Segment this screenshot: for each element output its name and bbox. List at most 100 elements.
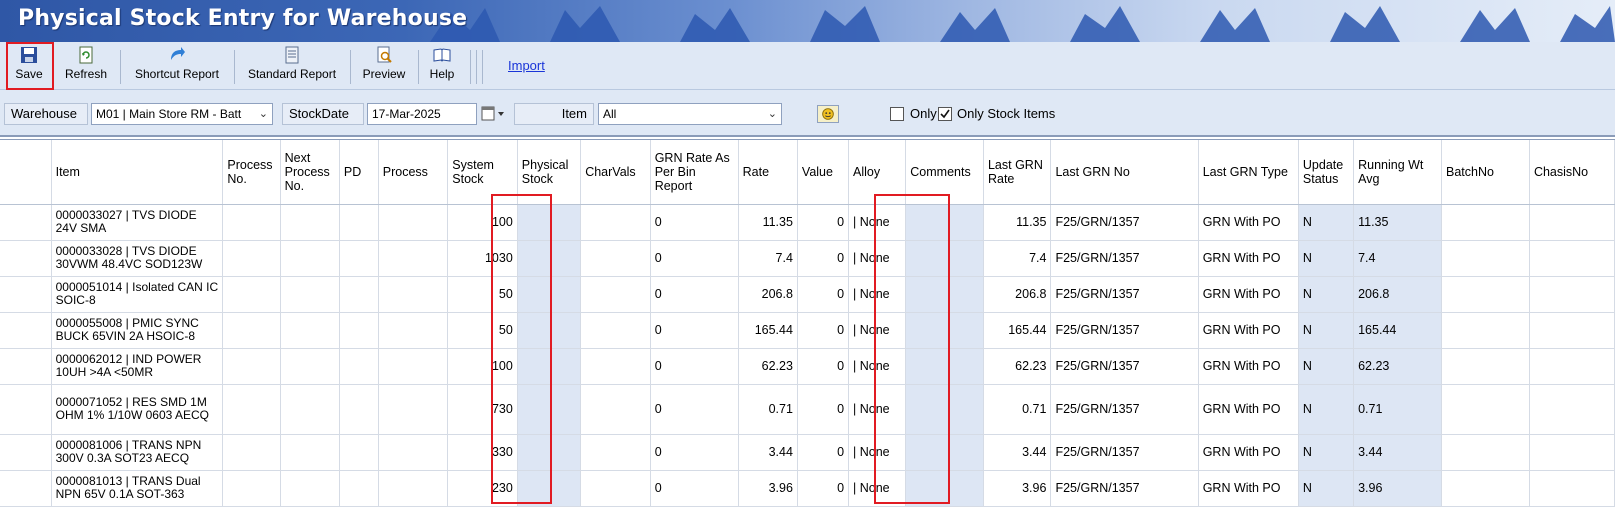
process-cell[interactable] <box>378 470 449 507</box>
chasis-no-cell[interactable] <box>1529 470 1615 507</box>
process-cell[interactable] <box>378 348 449 385</box>
process-cell[interactable] <box>378 384 449 435</box>
pd-cell[interactable] <box>339 312 379 349</box>
import-link[interactable]: Import <box>508 58 545 73</box>
row-selector-cell[interactable] <box>0 312 52 349</box>
only-checkbox[interactable] <box>890 107 904 121</box>
pd-cell[interactable] <box>339 434 379 471</box>
batch-no-cell[interactable] <box>1441 312 1530 349</box>
charvals-cell[interactable] <box>580 240 651 277</box>
warehouse-select[interactable]: M01 | Main Store RM - Batt ⌄ <box>91 103 273 125</box>
chasis-no-cell[interactable] <box>1529 312 1615 349</box>
preview-button[interactable]: Preview <box>356 46 412 88</box>
batch-no-cell[interactable] <box>1441 384 1530 435</box>
help-button[interactable]: Help <box>424 46 460 88</box>
column-header[interactable]: Rate <box>738 140 798 205</box>
column-header[interactable]: Value <box>797 140 850 205</box>
process-cell[interactable] <box>378 240 449 277</box>
chasis-no-cell[interactable] <box>1529 204 1615 241</box>
charvals-cell[interactable] <box>580 434 651 471</box>
charvals-cell[interactable] <box>580 276 651 313</box>
chasis-no-cell[interactable] <box>1529 434 1615 471</box>
row-selector-cell[interactable] <box>0 276 52 313</box>
pd-cell[interactable] <box>339 276 379 313</box>
column-header[interactable]: Item <box>51 140 224 205</box>
chasis-no-cell[interactable] <box>1529 276 1615 313</box>
column-header[interactable]: Process No. <box>222 140 281 205</box>
row-selector-cell[interactable] <box>0 348 52 385</box>
pd-cell[interactable] <box>339 240 379 277</box>
charvals-cell[interactable] <box>580 204 651 241</box>
table-row[interactable]: 0000033028 | TVS DIODE 30VWM 48.4VC SOD1… <box>0 240 1615 277</box>
column-header[interactable]: BatchNo <box>1441 140 1530 205</box>
row-selector-cell[interactable] <box>0 384 52 435</box>
pd-cell[interactable] <box>339 204 379 241</box>
item-select[interactable]: All ⌄ <box>598 103 782 125</box>
column-header[interactable]: Process <box>378 140 449 205</box>
charvals-cell[interactable] <box>580 470 651 507</box>
column-header[interactable]: Next Process No. <box>280 140 340 205</box>
next-process-no-cell[interactable] <box>280 384 340 435</box>
column-header[interactable]: PD <box>339 140 379 205</box>
table-row[interactable]: 0000071052 | RES SMD 1M OHM 1% 1/10W 060… <box>0 384 1615 435</box>
table-row[interactable]: 0000055008 | PMIC SYNC BUCK 65VIN 2A HSO… <box>0 312 1615 349</box>
row-selector-cell[interactable] <box>0 434 52 471</box>
calendar-icon[interactable] <box>480 104 508 124</box>
charvals-cell[interactable] <box>580 312 651 349</box>
table-row[interactable]: 0000081013 | TRANS Dual NPN 65V 0.1A SOT… <box>0 470 1615 507</box>
process-cell[interactable] <box>378 312 449 349</box>
pd-cell[interactable] <box>339 384 379 435</box>
column-header[interactable]: GRN Rate As Per Bin Report <box>650 140 739 205</box>
process-no-cell[interactable] <box>222 470 281 507</box>
process-no-cell[interactable] <box>222 348 281 385</box>
next-process-no-cell[interactable] <box>280 434 340 471</box>
row-selector-cell[interactable] <box>0 240 52 277</box>
pd-cell[interactable] <box>339 470 379 507</box>
next-process-no-cell[interactable] <box>280 276 340 313</box>
process-no-cell[interactable] <box>222 240 281 277</box>
batch-no-cell[interactable] <box>1441 434 1530 471</box>
table-row[interactable]: 0000033027 | TVS DIODE 24V SMA 100 0 11.35 0… <box>0 204 1615 241</box>
column-header[interactable]: ChasisNo <box>1529 140 1615 205</box>
row-selector-cell[interactable] <box>0 204 52 241</box>
table-row[interactable]: 0000081006 | TRANS NPN 300V 0.3A SOT23 A… <box>0 434 1615 471</box>
chasis-no-cell[interactable] <box>1529 348 1615 385</box>
process-cell[interactable] <box>378 276 449 313</box>
process-no-cell[interactable] <box>222 384 281 435</box>
smiley-icon[interactable] <box>817 105 839 123</box>
batch-no-cell[interactable] <box>1441 276 1530 313</box>
charvals-cell[interactable] <box>580 348 651 385</box>
refresh-button[interactable]: Refresh <box>58 46 114 88</box>
next-process-no-cell[interactable] <box>280 470 340 507</box>
process-cell[interactable] <box>378 204 449 241</box>
batch-no-cell[interactable] <box>1441 470 1530 507</box>
only-stock-items-checkbox[interactable] <box>938 107 952 121</box>
shortcut-report-button[interactable]: Shortcut Report <box>126 46 228 88</box>
column-header[interactable]: Last GRN No <box>1050 140 1199 205</box>
process-no-cell[interactable] <box>222 204 281 241</box>
next-process-no-cell[interactable] <box>280 348 340 385</box>
batch-no-cell[interactable] <box>1441 204 1530 241</box>
column-header[interactable]: Last GRN Type <box>1198 140 1299 205</box>
next-process-no-cell[interactable] <box>280 204 340 241</box>
next-process-no-cell[interactable] <box>280 240 340 277</box>
chasis-no-cell[interactable] <box>1529 240 1615 277</box>
next-process-no-cell[interactable] <box>280 312 340 349</box>
table-row[interactable]: 0000062012 | IND POWER 10UH >4A <50MR 100… <box>0 348 1615 385</box>
column-header[interactable]: CharVals <box>580 140 651 205</box>
process-no-cell[interactable] <box>222 312 281 349</box>
table-row[interactable]: 0000051014 | Isolated CAN IC SOIC-8 50 0 20… <box>0 276 1615 313</box>
process-cell[interactable] <box>378 434 449 471</box>
batch-no-cell[interactable] <box>1441 240 1530 277</box>
row-selector-cell[interactable] <box>0 470 52 507</box>
batch-no-cell[interactable] <box>1441 348 1530 385</box>
column-header[interactable]: Update Status <box>1298 140 1355 205</box>
pd-cell[interactable] <box>339 348 379 385</box>
charvals-cell[interactable] <box>580 384 651 435</box>
standard-report-button[interactable]: Standard Report <box>240 46 344 88</box>
stockdate-input[interactable]: 17-Mar-2025 <box>367 103 477 125</box>
process-no-cell[interactable] <box>222 434 281 471</box>
column-header[interactable]: Last GRN Rate <box>983 140 1052 205</box>
chasis-no-cell[interactable] <box>1529 384 1615 435</box>
process-no-cell[interactable] <box>222 276 281 313</box>
